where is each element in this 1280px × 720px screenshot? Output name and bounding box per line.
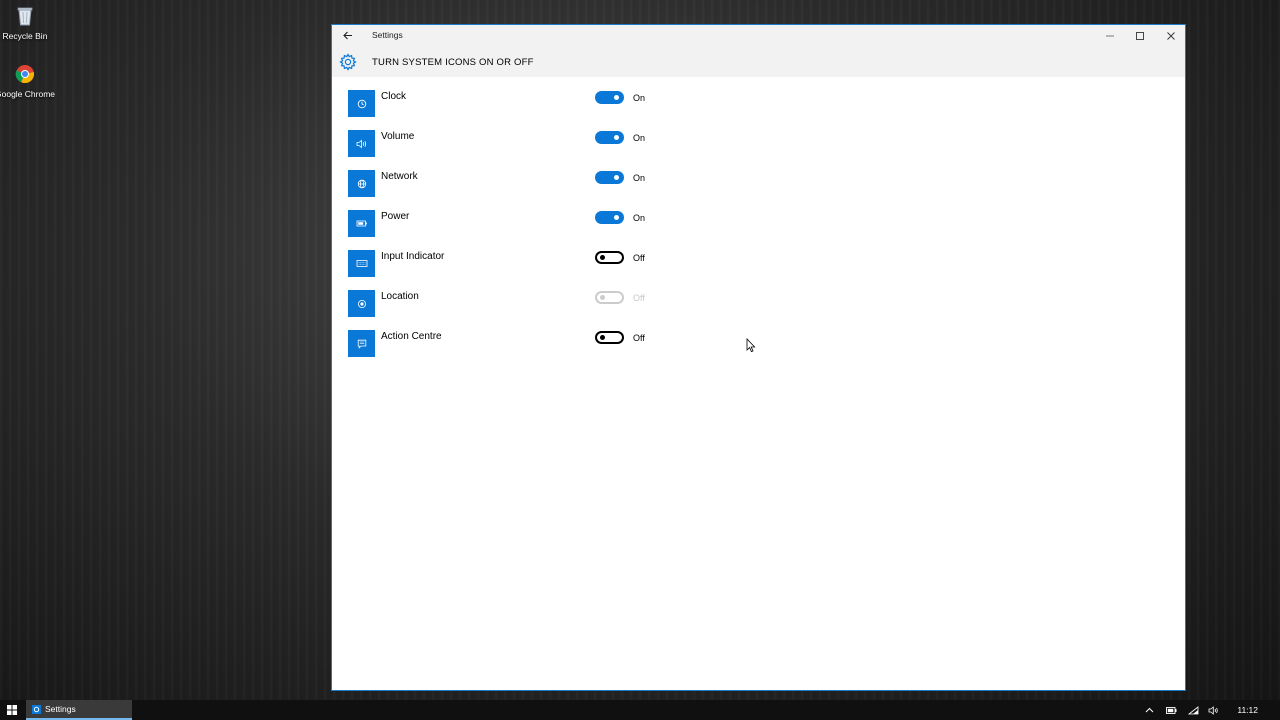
minimize-icon xyxy=(1106,35,1114,36)
network-icon xyxy=(348,170,375,197)
toggle-state: On xyxy=(633,173,646,183)
clock-icon xyxy=(348,90,375,117)
toggle-knob xyxy=(600,335,605,340)
setting-label: Action Centre xyxy=(381,331,442,342)
toggle-knob xyxy=(614,215,619,220)
keyboard-icon xyxy=(348,250,375,277)
gear-icon xyxy=(339,53,357,71)
toggle-state: On xyxy=(633,213,646,223)
network-toggle[interactable] xyxy=(595,171,624,184)
toggle-knob xyxy=(600,295,605,300)
chrome-icon xyxy=(0,64,55,86)
settings-window: Settings TURN SYSTEM ICONS ON OR OFF Clo… xyxy=(331,24,1186,691)
speaker-icon[interactable] xyxy=(1207,704,1219,716)
toggle-knob xyxy=(600,255,605,260)
setting-row-action-centre: Action Centre Off xyxy=(348,327,668,367)
wifi-icon[interactable] xyxy=(1187,704,1199,716)
location-toggle[interactable] xyxy=(595,291,624,304)
toggle-state: Off xyxy=(633,293,645,303)
toggle-knob xyxy=(614,135,619,140)
setting-row-location: Location Off xyxy=(348,287,668,327)
title-bar[interactable]: Settings xyxy=(332,25,1185,46)
start-button[interactable] xyxy=(0,700,24,720)
desktop-icon-label: Google Chrome xyxy=(0,89,56,99)
setting-label: Clock xyxy=(381,91,407,102)
desktop-icon-google-chrome[interactable]: Google Chrome xyxy=(0,64,55,99)
maximize-button[interactable] xyxy=(1125,25,1155,46)
desktop-icon-label: Recycle Bin xyxy=(2,31,48,41)
close-icon xyxy=(1167,31,1175,40)
setting-label: Input Indicator xyxy=(381,251,445,262)
taskbar-clock[interactable]: 11:12 xyxy=(1237,705,1258,715)
back-arrow-icon xyxy=(343,31,352,40)
system-icons-list: Clock On Volume On Network On Power On I… xyxy=(348,87,668,367)
window-title: Settings xyxy=(372,30,403,40)
minimize-button[interactable] xyxy=(1095,25,1125,46)
setting-row-network: Network On xyxy=(348,167,668,207)
setting-label: Location xyxy=(381,291,419,302)
chevron-up-icon[interactable] xyxy=(1143,704,1155,716)
volume-icon xyxy=(348,130,375,157)
battery-icon[interactable] xyxy=(1165,704,1177,716)
power-toggle[interactable] xyxy=(595,211,624,224)
setting-row-clock: Clock On xyxy=(348,87,668,127)
setting-label: Network xyxy=(381,171,418,182)
windows-logo-icon xyxy=(7,705,17,715)
taskbar: Settings 11:12 xyxy=(0,700,1280,720)
gear-icon xyxy=(32,704,41,714)
input-indicator-toggle[interactable] xyxy=(595,251,624,264)
desktop-icon-recycle-bin[interactable]: Recycle Bin xyxy=(0,6,55,41)
page-header: TURN SYSTEM ICONS ON OR OFF xyxy=(332,46,1185,77)
toggle-state: Off xyxy=(633,253,645,263)
maximize-icon xyxy=(1136,31,1144,40)
toggle-knob xyxy=(614,175,619,180)
toggle-knob xyxy=(614,95,619,100)
power-icon xyxy=(348,210,375,237)
setting-label: Power xyxy=(381,211,410,222)
toggle-state: On xyxy=(633,93,646,103)
location-icon xyxy=(348,290,375,317)
action-centre-toggle[interactable] xyxy=(595,331,624,344)
toggle-state: On xyxy=(633,133,646,143)
mouse-cursor-icon xyxy=(746,338,756,353)
action-centre-icon xyxy=(348,330,375,357)
recycle-bin-icon xyxy=(0,6,55,28)
back-button[interactable] xyxy=(338,27,358,44)
setting-label: Volume xyxy=(381,131,415,142)
setting-row-input-indicator: Input Indicator Off xyxy=(348,247,668,287)
volume-toggle[interactable] xyxy=(595,131,624,144)
clock-toggle[interactable] xyxy=(595,91,624,104)
taskbar-app-settings[interactable]: Settings xyxy=(26,700,132,720)
setting-row-power: Power On xyxy=(348,207,668,247)
setting-row-volume: Volume On xyxy=(348,127,668,167)
taskbar-app-label: Settings xyxy=(45,704,76,714)
toggle-state: Off xyxy=(633,333,645,343)
close-button[interactable] xyxy=(1156,25,1186,46)
page-title: TURN SYSTEM ICONS ON OR OFF xyxy=(372,57,534,68)
